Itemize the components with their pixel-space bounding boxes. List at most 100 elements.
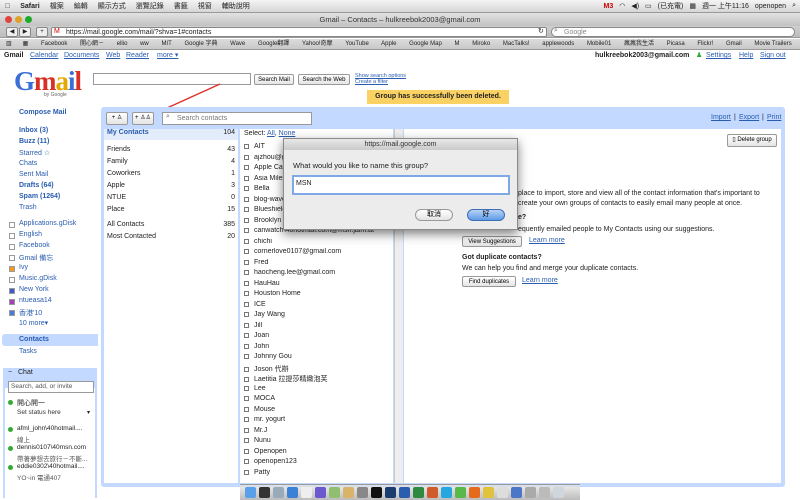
- create-filter-link[interactable]: Create a filter: [355, 79, 388, 85]
- menu-bookmarks[interactable]: 書籤: [174, 1, 188, 11]
- nav-chats[interactable]: Chats: [19, 160, 37, 167]
- battery-icon[interactable]: ▭: [645, 2, 652, 10]
- contact-checkbox[interactable]: [244, 470, 249, 475]
- chat-search-input[interactable]: Search, add, or invite: [8, 381, 94, 393]
- bookmark-item[interactable]: Picasa: [667, 41, 685, 47]
- powerpoint-icon[interactable]: [427, 487, 438, 498]
- apple-menu-icon[interactable]: : [5, 3, 10, 10]
- zoom-window-icon[interactable]: [25, 16, 32, 23]
- address-bar[interactable]: https://mail.google.com/mail/?shva=1#con…: [51, 27, 547, 37]
- bookmark-item[interactable]: applewoods: [542, 41, 574, 47]
- bookmark-item[interactable]: 瘋瘋我生活: [624, 41, 654, 47]
- bookmark-item[interactable]: Movie Trailers: [754, 41, 791, 47]
- find-duplicates-button[interactable]: Find duplicates: [462, 276, 516, 287]
- contact-checkbox[interactable]: [244, 291, 249, 296]
- contact-checkbox[interactable]: [244, 312, 249, 317]
- group-apple[interactable]: Apple 3: [107, 182, 235, 189]
- downloads-stack-icon[interactable]: [525, 487, 536, 498]
- print-link[interactable]: Print: [767, 114, 781, 121]
- settings-link[interactable]: Settings: [706, 50, 731, 61]
- label-item[interactable]: ntueasa14: [19, 297, 52, 304]
- list-item[interactable]: chichi: [244, 238, 392, 245]
- more-labels-link[interactable]: 10 more▾: [19, 319, 48, 327]
- list-item[interactable]: Mouse: [244, 406, 392, 413]
- bookmark-item[interactable]: Gmail: [726, 41, 742, 47]
- contact-checkbox[interactable]: [244, 428, 249, 433]
- group-ntue[interactable]: NTUE 0: [107, 194, 235, 201]
- itunes-icon[interactable]: [315, 487, 326, 498]
- wifi-icon[interactable]: ◠: [619, 2, 625, 10]
- label-item[interactable]: Ivy: [19, 264, 28, 271]
- search-mail-button[interactable]: Search Mail: [254, 74, 294, 85]
- bookmark-item[interactable]: Miroko: [472, 41, 490, 47]
- chat-status-select[interactable]: Set status here: [17, 409, 61, 416]
- app-menu[interactable]: Safari: [20, 3, 39, 10]
- gbar-web[interactable]: Web: [106, 50, 120, 61]
- excel-icon[interactable]: [413, 487, 424, 498]
- nav-tasks[interactable]: Tasks: [19, 348, 37, 355]
- ok-button[interactable]: 好: [467, 209, 505, 221]
- bookmark-item[interactable]: Wave: [230, 41, 245, 47]
- chat-buddy-name[interactable]: dennis0107\40msn.com: [17, 444, 86, 451]
- select-all-link[interactable]: All: [267, 130, 275, 137]
- contact-checkbox[interactable]: [244, 417, 249, 422]
- contact-checkbox[interactable]: [244, 323, 249, 328]
- bookmark-item[interactable]: YouTube: [345, 41, 369, 47]
- contact-checkbox[interactable]: [244, 386, 249, 391]
- list-item[interactable]: Houston Home: [244, 290, 392, 297]
- gbar-calendar[interactable]: Calendar: [30, 50, 58, 61]
- contact-checkbox[interactable]: [244, 367, 249, 372]
- contact-checkbox[interactable]: [244, 354, 249, 359]
- textedit-icon[interactable]: [497, 487, 508, 498]
- list-item[interactable]: Joson 代辦: [244, 364, 392, 374]
- contact-checkbox[interactable]: [244, 144, 249, 149]
- safari-icon[interactable]: [287, 487, 298, 498]
- contacts-search-input[interactable]: Search contacts: [162, 112, 312, 125]
- group-all-contacts[interactable]: All Contacts 385: [107, 221, 235, 228]
- list-item[interactable]: ICE: [244, 301, 392, 308]
- menu-help[interactable]: 輔助說明: [222, 1, 250, 11]
- view-suggestions-button[interactable]: View Suggestions: [462, 236, 522, 247]
- top-sites-icon[interactable]: ▦: [23, 41, 29, 47]
- gbar-more[interactable]: more ▾: [157, 50, 178, 61]
- bookmark-item[interactable]: M: [455, 41, 460, 47]
- list-item[interactable]: Laetitia 拉提莎精緻泡芙: [244, 374, 392, 384]
- select-none-link[interactable]: None: [279, 130, 296, 137]
- bookmark-item[interactable]: ellio: [117, 41, 128, 47]
- gbar-documents[interactable]: Documents: [64, 50, 99, 61]
- contact-checkbox[interactable]: [244, 302, 249, 307]
- bookmark-item[interactable]: Flickr!: [697, 41, 713, 47]
- user-name[interactable]: openopen: [755, 3, 786, 10]
- gbar-reader[interactable]: Reader: [126, 50, 149, 61]
- minimize-window-icon[interactable]: [15, 16, 22, 23]
- contact-checkbox[interactable]: [244, 197, 249, 202]
- ical-icon[interactable]: [301, 487, 312, 498]
- dashboard-icon[interactable]: [259, 487, 270, 498]
- group-place[interactable]: Place 15: [107, 206, 235, 213]
- clock[interactable]: 週一 上午11:16: [702, 1, 749, 11]
- bookmark-item[interactable]: MIT: [161, 41, 171, 47]
- search-web-button[interactable]: Search the Web: [298, 74, 350, 85]
- menu-history[interactable]: 瀏覽記錄: [136, 1, 164, 11]
- delete-group-button[interactable]: ▯ Delete group: [727, 134, 777, 147]
- list-item[interactable]: John: [244, 343, 392, 350]
- bookmark-item[interactable]: ww: [140, 41, 149, 47]
- contact-checkbox[interactable]: [244, 239, 249, 244]
- list-item[interactable]: Fred: [244, 259, 392, 266]
- label-item[interactable]: Gmail 備忘: [19, 253, 53, 263]
- menu-edit[interactable]: 編輯: [74, 1, 88, 11]
- compose-mail-link[interactable]: Compose Mail: [19, 109, 66, 116]
- close-window-icon[interactable]: [5, 16, 12, 23]
- export-link[interactable]: Export: [739, 114, 759, 121]
- list-item[interactable]: MOCA: [244, 395, 392, 402]
- nav-trash[interactable]: Trash: [19, 204, 37, 211]
- label-item[interactable]: 香港'10: [19, 308, 42, 318]
- list-item[interactable]: Jay Wang: [244, 311, 392, 318]
- list-item[interactable]: Patty: [244, 469, 392, 476]
- finder-icon[interactable]: [245, 487, 256, 498]
- iphoto-icon[interactable]: [329, 487, 340, 498]
- flag-icon[interactable]: ▦: [689, 2, 696, 10]
- contact-checkbox[interactable]: [244, 186, 249, 191]
- system-preferences-icon[interactable]: [357, 487, 368, 498]
- learn-more-link[interactable]: Learn more: [522, 277, 558, 284]
